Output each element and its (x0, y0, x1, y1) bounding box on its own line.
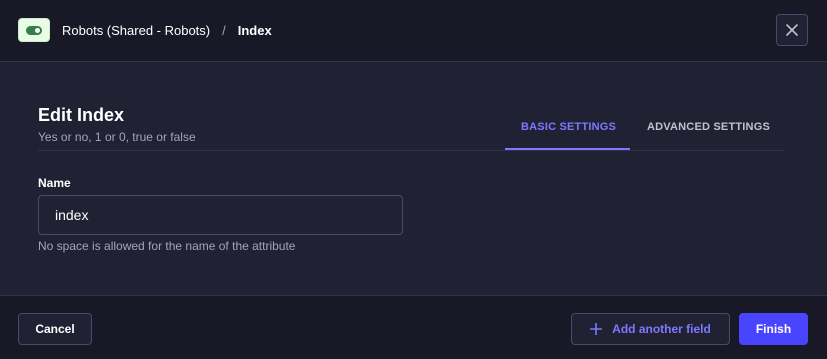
modal-title: Edit Index (38, 105, 125, 125)
toggle-shape (26, 25, 42, 35)
tab-advanced-settings[interactable]: ADVANCED SETTINGS (647, 120, 770, 134)
add-another-field-button[interactable]: Add another field (571, 313, 730, 345)
boolean-toggle-icon (18, 18, 50, 42)
breadcrumb-parent: Robots (Shared - Robots) (62, 22, 211, 38)
cancel-button[interactable]: Cancel (18, 313, 92, 345)
name-field-hint: No space is allowed for the name of the … (38, 239, 296, 253)
finish-button[interactable]: Finish (739, 313, 808, 345)
breadcrumb-current: Index (237, 22, 272, 38)
edit-field-modal: Robots (Shared - Robots) / Index Edit In… (0, 0, 827, 359)
cancel-button-label: Cancel (35, 322, 75, 336)
close-icon (786, 24, 798, 36)
tabs-divider (38, 150, 784, 151)
finish-button-label: Finish (755, 322, 792, 336)
modal-header: Robots (Shared - Robots) / Index (0, 0, 827, 62)
modal-subtitle: Yes or no, 1 or 0, true or false (38, 130, 196, 144)
tab-basic-settings[interactable]: BASIC SETTINGS (521, 120, 616, 134)
active-tab-indicator (505, 148, 630, 150)
name-input[interactable] (38, 195, 403, 235)
modal-footer: Cancel Add another field Finish (0, 295, 827, 359)
breadcrumb: Robots (Shared - Robots) / Index (62, 22, 272, 38)
breadcrumb-separator: / (222, 22, 226, 38)
plus-icon (590, 323, 603, 335)
close-button[interactable] (776, 14, 808, 46)
name-field-label: Name (38, 176, 71, 190)
add-another-field-label: Add another field (612, 322, 711, 336)
